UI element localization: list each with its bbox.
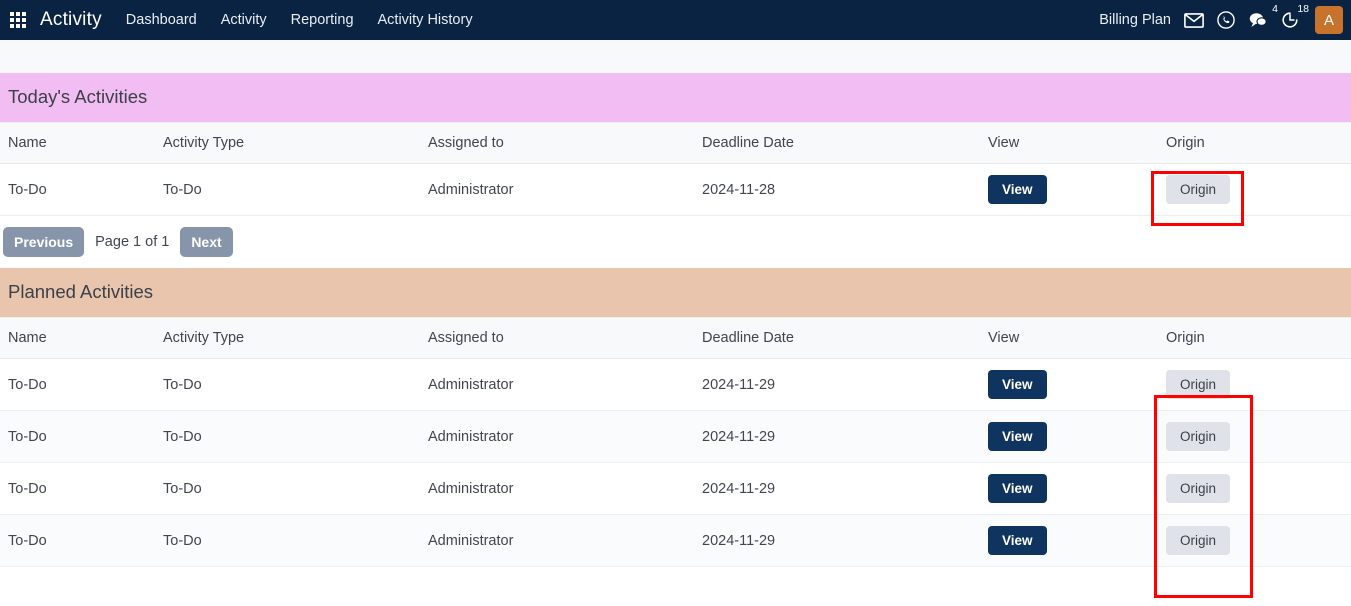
cell-deadline-date: 2024-11-29	[702, 410, 988, 463]
cell-deadline-date: 2024-11-29	[702, 358, 988, 411]
origin-button[interactable]: Origin	[1166, 526, 1231, 555]
planned-activities-table: Name Activity Type Assigned to Deadline …	[0, 317, 1351, 567]
col-header-deadline-date: Deadline Date	[702, 317, 988, 359]
view-button[interactable]: View	[988, 175, 1047, 204]
page-info: Page 1 of 1	[95, 234, 170, 250]
cell-deadline-date: 2024-11-28	[702, 163, 988, 216]
col-header-assigned-to: Assigned to	[428, 317, 702, 359]
cell-activity-type: To-Do	[163, 514, 428, 567]
cell-activity-type: To-Do	[163, 358, 428, 411]
cell-view: View	[988, 410, 1166, 463]
cell-assigned-to: Administrator	[428, 163, 702, 216]
previous-button[interactable]: Previous	[3, 227, 85, 257]
next-button[interactable]: Next	[180, 227, 233, 257]
cell-view: View	[988, 163, 1166, 216]
cell-assigned-to: Administrator	[428, 514, 702, 567]
cell-assigned-to: Administrator	[428, 358, 702, 411]
avatar[interactable]: A	[1315, 6, 1343, 34]
table-row: To-Do To-Do Administrator 2024-11-29 Vie…	[0, 358, 1351, 411]
origin-button[interactable]: Origin	[1166, 370, 1231, 399]
view-button[interactable]: View	[988, 370, 1047, 399]
col-header-deadline-date: Deadline Date	[702, 122, 988, 164]
today-pagination: Previous Page 1 of 1 Next	[0, 216, 1351, 268]
col-header-activity-type: Activity Type	[163, 317, 428, 359]
app-root: Activity Dashboard Activity Reporting Ac…	[0, 0, 1351, 606]
cell-origin: Origin	[1166, 358, 1351, 411]
cell-view: View	[988, 462, 1166, 515]
chat-badge-count: 4	[1272, 3, 1278, 15]
col-header-origin: Origin	[1166, 317, 1351, 359]
top-navbar: Activity Dashboard Activity Reporting Ac…	[0, 0, 1351, 40]
origin-button[interactable]: Origin	[1166, 474, 1231, 503]
col-header-origin: Origin	[1166, 122, 1351, 164]
today-activities-table: Name Activity Type Assigned to Deadline …	[0, 122, 1351, 216]
content-top-spacer	[0, 40, 1351, 73]
cell-view: View	[988, 514, 1166, 567]
cell-deadline-date: 2024-11-29	[702, 462, 988, 515]
nav-link-activity-history[interactable]: Activity History	[378, 12, 473, 28]
navbar-right-group: Billing Plan 4 18 A	[1099, 0, 1351, 40]
timer-clock-icon[interactable]: 18	[1281, 4, 1309, 29]
cell-name: To-Do	[0, 514, 163, 567]
col-header-name: Name	[0, 122, 163, 164]
cell-activity-type: To-Do	[163, 462, 428, 515]
billing-plan-link[interactable]: Billing Plan	[1099, 12, 1171, 28]
section-header-planned: Planned Activities	[0, 268, 1351, 317]
nav-link-activity[interactable]: Activity	[221, 12, 267, 28]
table-header-row: Name Activity Type Assigned to Deadline …	[0, 317, 1351, 359]
cell-activity-type: To-Do	[163, 410, 428, 463]
view-button[interactable]: View	[988, 474, 1047, 503]
cell-deadline-date: 2024-11-29	[702, 514, 988, 567]
cell-origin: Origin	[1166, 163, 1351, 216]
table-row: To-Do To-Do Administrator 2024-11-29 Vie…	[0, 410, 1351, 463]
cell-view: View	[988, 358, 1166, 411]
nav-link-reporting[interactable]: Reporting	[291, 12, 354, 28]
col-header-view: View	[988, 317, 1166, 359]
brand-title: Activity	[40, 9, 102, 30]
table-row: To-Do To-Do Administrator 2024-11-29 Vie…	[0, 462, 1351, 515]
view-button[interactable]: View	[988, 526, 1047, 555]
nav-links: Dashboard Activity Reporting Activity Hi…	[126, 12, 473, 28]
cell-name: To-Do	[0, 410, 163, 463]
cell-origin: Origin	[1166, 514, 1351, 567]
timer-badge-count: 18	[1297, 3, 1309, 15]
grid-apps-icon[interactable]	[10, 12, 26, 28]
col-header-assigned-to: Assigned to	[428, 122, 702, 164]
table-header-row: Name Activity Type Assigned to Deadline …	[0, 122, 1351, 164]
col-header-view: View	[988, 122, 1166, 164]
cell-name: To-Do	[0, 163, 163, 216]
cell-assigned-to: Administrator	[428, 462, 702, 515]
col-header-name: Name	[0, 317, 163, 359]
cell-origin: Origin	[1166, 462, 1351, 515]
cell-name: To-Do	[0, 358, 163, 411]
view-button[interactable]: View	[988, 422, 1047, 451]
table-row: To-Do To-Do Administrator 2024-11-29 Vie…	[0, 514, 1351, 567]
col-header-activity-type: Activity Type	[163, 122, 428, 164]
section-header-today: Today's Activities	[0, 73, 1351, 122]
cell-activity-type: To-Do	[163, 163, 428, 216]
envelope-icon[interactable]	[1184, 12, 1204, 28]
nav-link-dashboard[interactable]: Dashboard	[126, 12, 197, 28]
cell-origin: Origin	[1166, 410, 1351, 463]
origin-button[interactable]: Origin	[1166, 422, 1231, 451]
chat-bubble-icon[interactable]: 4	[1248, 4, 1278, 29]
cell-assigned-to: Administrator	[428, 410, 702, 463]
page-content: Today's Activities Name Activity Type As…	[0, 40, 1351, 567]
origin-button[interactable]: Origin	[1166, 175, 1231, 204]
whatsapp-icon[interactable]	[1217, 11, 1235, 29]
table-row: To-Do To-Do Administrator 2024-11-28 Vie…	[0, 163, 1351, 216]
cell-name: To-Do	[0, 462, 163, 515]
